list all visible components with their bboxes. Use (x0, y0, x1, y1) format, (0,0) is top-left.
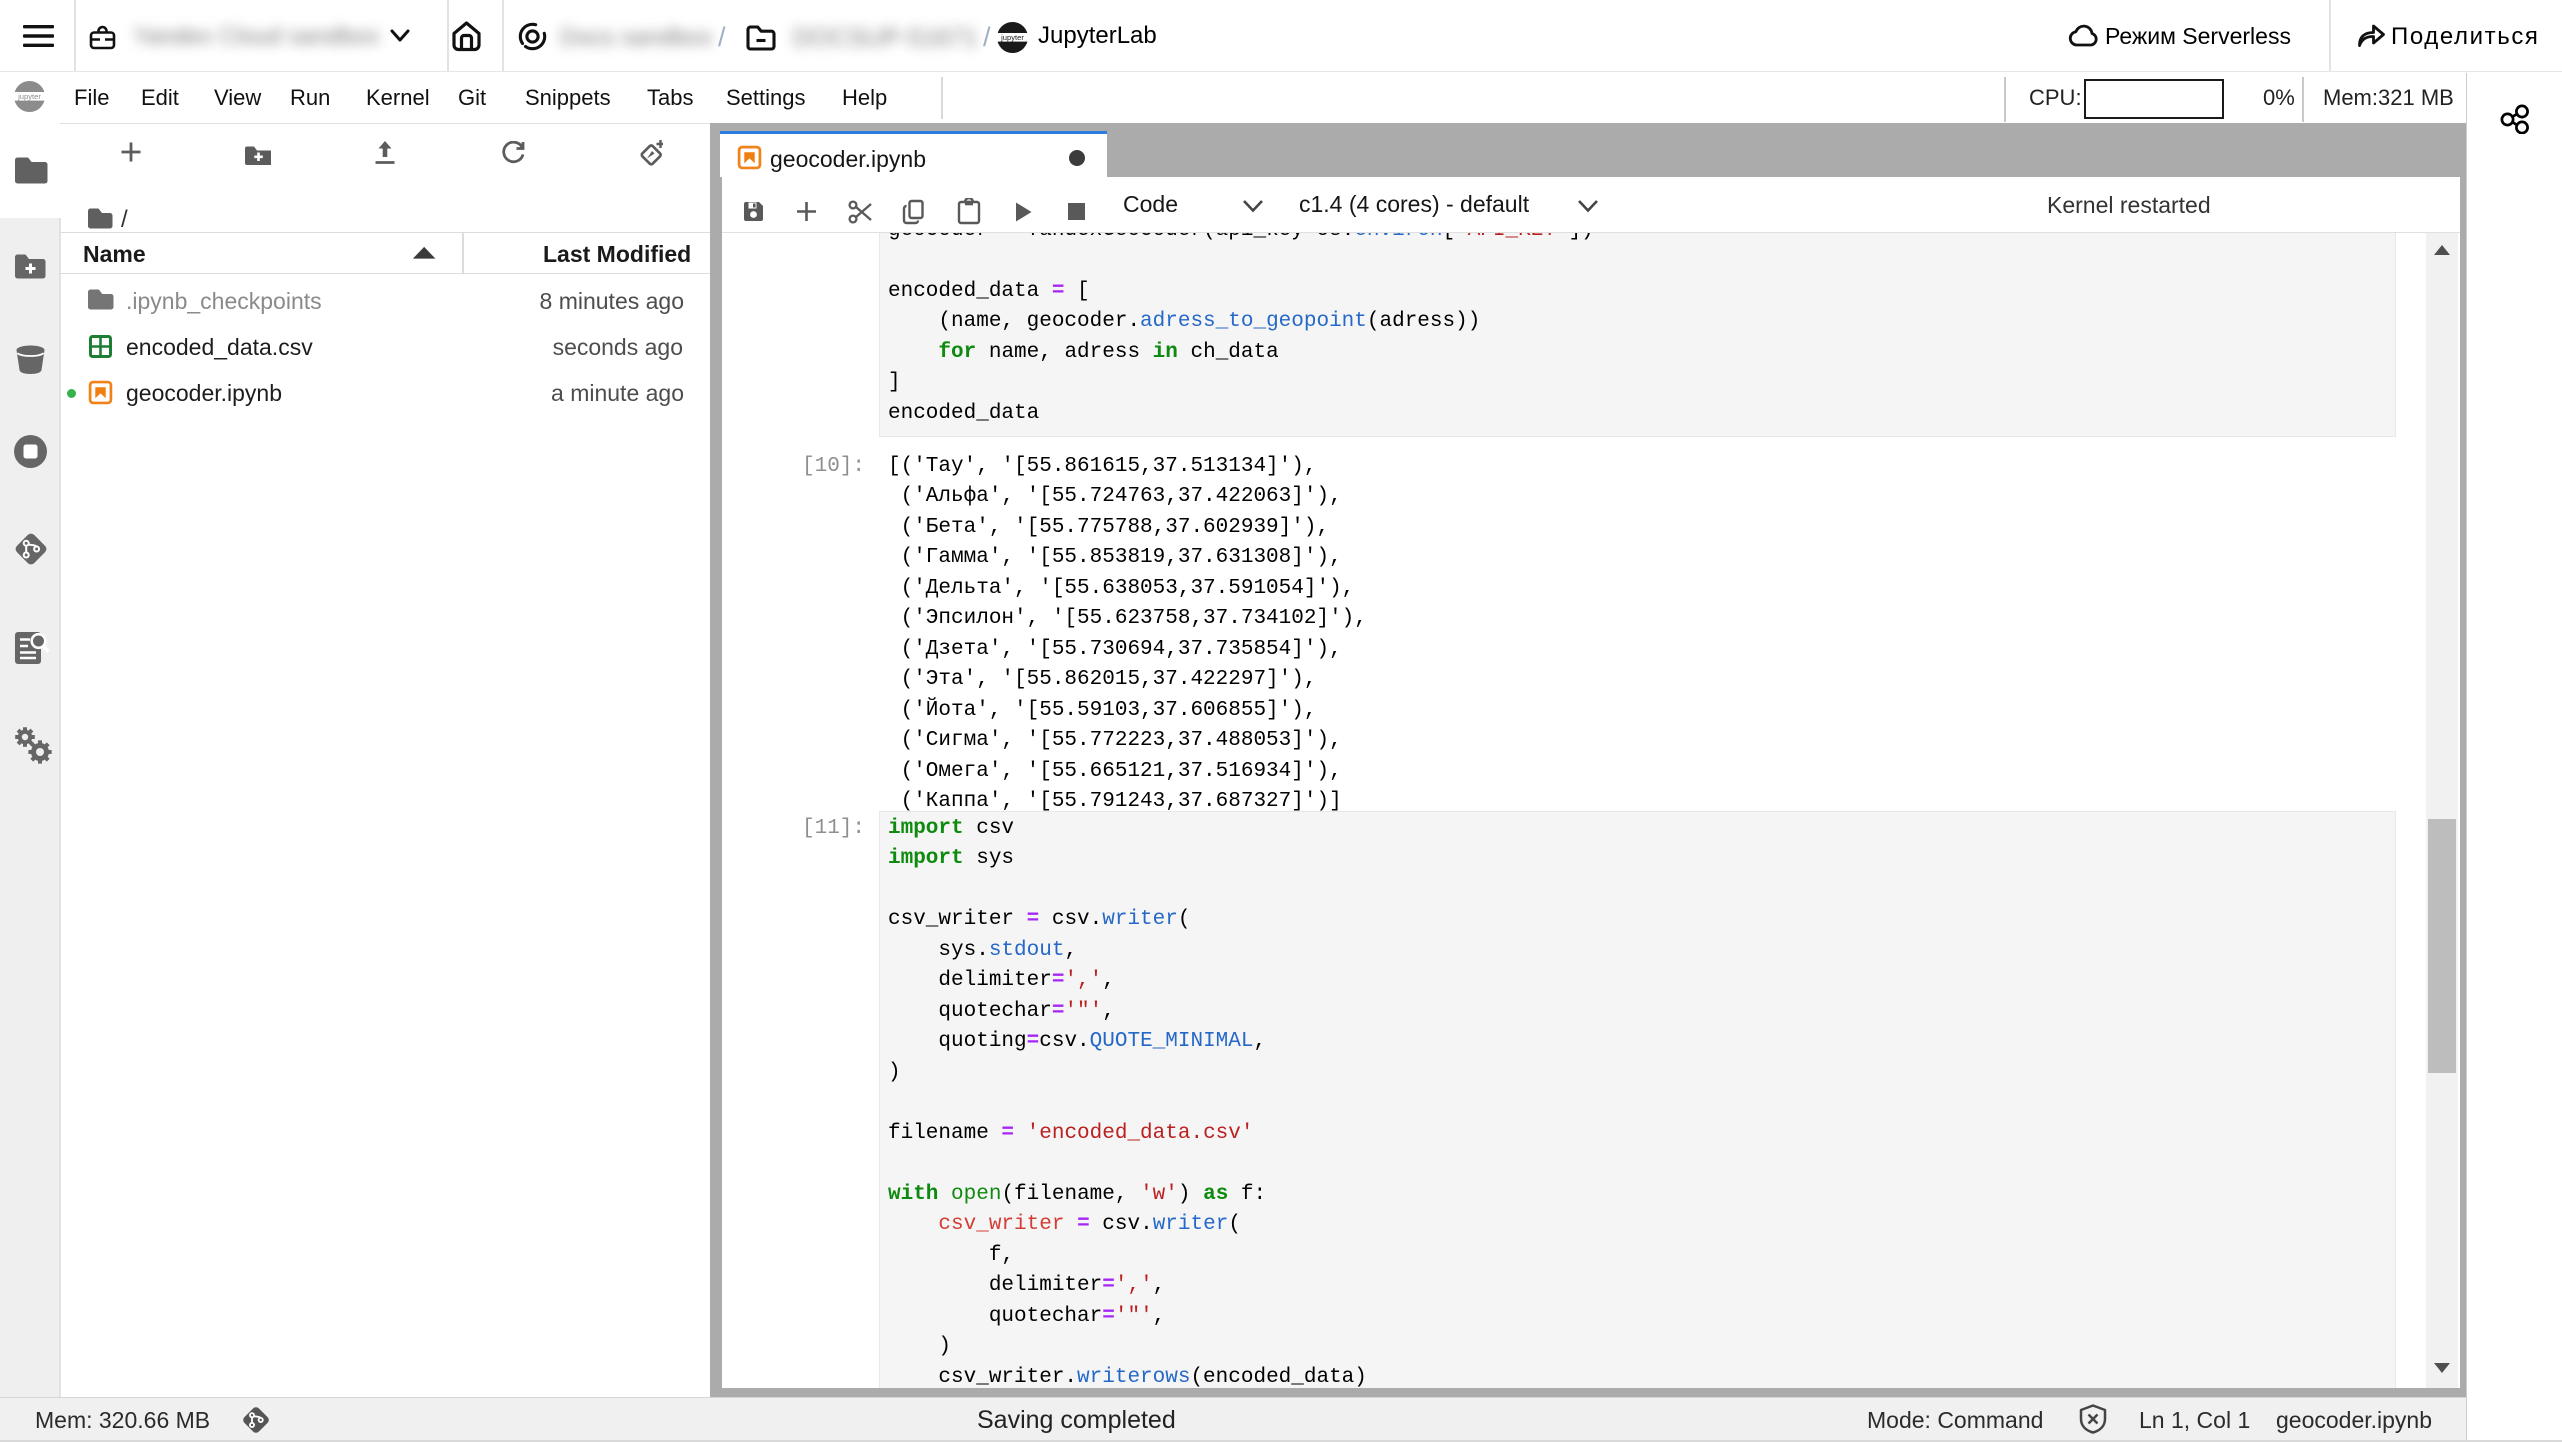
svg-text:jupyter: jupyter (1000, 33, 1024, 42)
svg-text:jupyter: jupyter (17, 92, 41, 101)
